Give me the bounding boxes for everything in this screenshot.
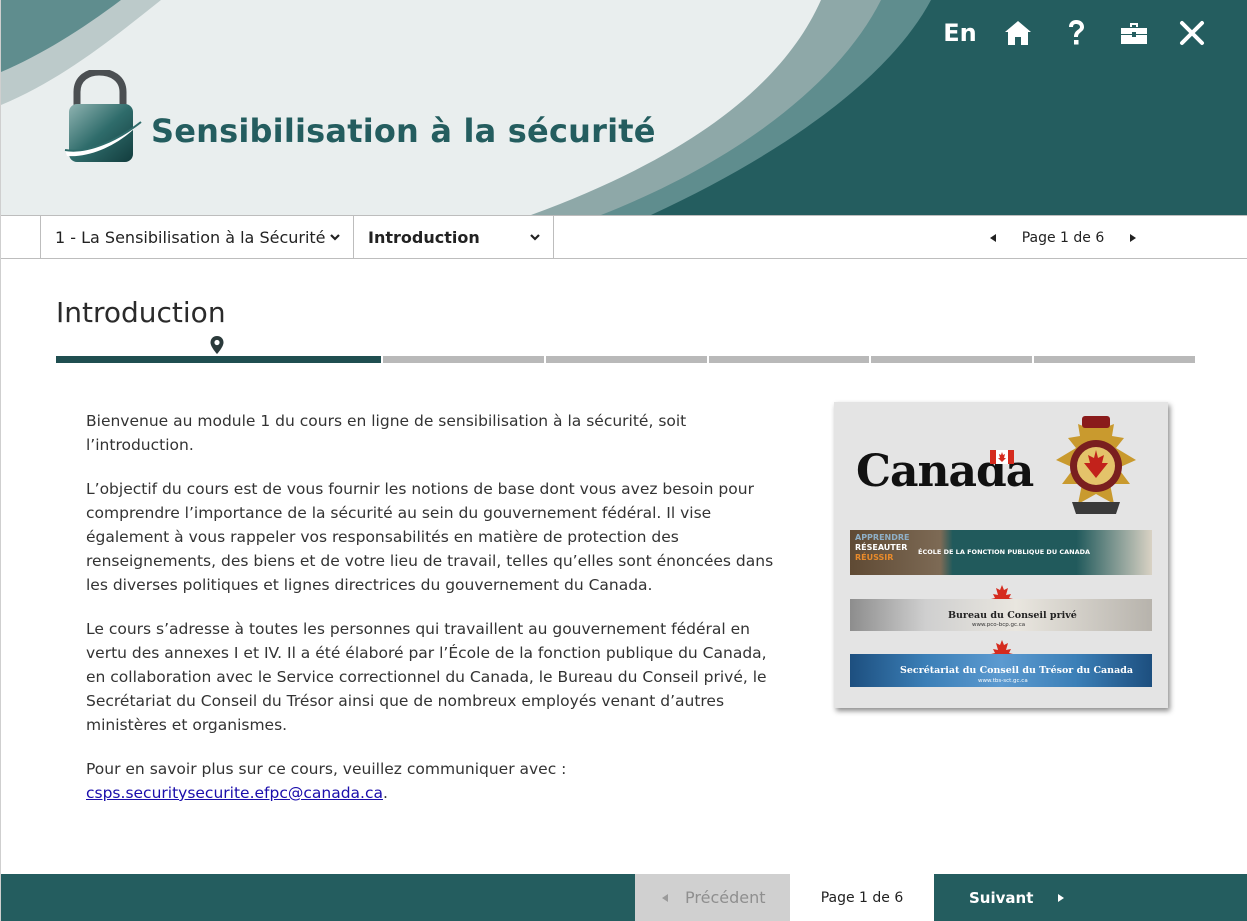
motto-word: RÉSEAUTER [855, 543, 908, 552]
footer-bar: Précédent Page 1 de 6 Suivant [1, 874, 1247, 921]
lock-logo-icon [63, 68, 143, 166]
flag-icon [990, 450, 1014, 464]
partners-image: Canada APPRENDRE RÉSEAUTER RÉUSSIR ÉCOLE… [834, 402, 1168, 708]
contact-end: . [382, 784, 388, 802]
next-button[interactable]: Suivant [934, 874, 1247, 921]
top-pager: Page 1 de 6 [978, 216, 1148, 259]
csps-motto: APPRENDRE RÉSEAUTER RÉUSSIR [855, 533, 910, 563]
tbs-banner: Secrétariat du Conseil du Trésor du Cana… [850, 654, 1152, 687]
help-icon[interactable] [1060, 16, 1092, 50]
progress-segment [1034, 356, 1196, 363]
pco-banner-text: Bureau du Conseil privé [948, 610, 1077, 621]
pco-banner: Bureau du Conseil privé www.pco-bcp.gc.c… [850, 599, 1152, 631]
tbs-banner-text: Secrétariat du Conseil du Trésor du Cana… [900, 665, 1134, 676]
progress-segment [382, 356, 544, 363]
progress-segment [708, 356, 870, 363]
intro-paragraph: Bienvenue au module 1 du cours en ligne … [86, 412, 687, 454]
objective-paragraph: L’objectif du cours est de vous fournir … [86, 480, 774, 594]
footer-page-indicator: Page 1 de 6 [790, 874, 934, 921]
app-title: Sensibilisation à la sécurité [151, 112, 656, 150]
module-dropdown-label: 1 - La Sensibilisation à la Sécurité [55, 228, 326, 247]
language-toggle[interactable]: En [943, 16, 976, 50]
contact-text: Pour en savoir plus sur ce cours, veuill… [86, 760, 567, 778]
pco-banner-url: www.pco-bcp.gc.ca [972, 622, 1026, 628]
navigation-bar: 1 - La Sensibilisation à la Sécurité Int… [1, 215, 1247, 259]
close-icon[interactable] [1176, 16, 1208, 50]
correctional-service-crest-icon [1056, 416, 1136, 514]
chevron-down-icon [529, 229, 541, 248]
progress-track [56, 356, 1196, 364]
progress-segment-current [56, 356, 381, 363]
next-arrow-icon [1058, 893, 1065, 902]
next-page-arrow-icon[interactable] [1118, 233, 1148, 243]
motto-word: APPRENDRE [855, 533, 910, 542]
app-header: Sensibilisation à la sécurité En [1, 0, 1247, 215]
module-dropdown[interactable]: 1 - La Sensibilisation à la Sécurité [40, 216, 353, 259]
header-toolbar: En [943, 16, 1208, 50]
csps-banner: APPRENDRE RÉSEAUTER RÉUSSIR ÉCOLE DE LA … [850, 530, 1152, 575]
home-icon[interactable] [1002, 16, 1034, 50]
body-text: Bienvenue au module 1 du cours en ligne … [86, 409, 786, 825]
progress-segment [545, 356, 707, 363]
previous-arrow-icon [662, 893, 668, 902]
previous-button-label: Précédent [685, 888, 766, 907]
contact-email-link[interactable]: csps.securitysecurite.efpc@canada.ca [86, 784, 383, 802]
progress-segment [871, 356, 1033, 363]
tbs-banner-url: www.tbs-sct.gc.ca [978, 678, 1028, 684]
previous-button[interactable]: Précédent [635, 874, 790, 921]
toolbox-icon[interactable] [1118, 16, 1150, 50]
motto-word: RÉUSSIR [855, 553, 894, 562]
previous-page-arrow-icon[interactable] [978, 233, 1008, 243]
section-dropdown-label: Introduction [368, 228, 480, 247]
csps-banner-text: ÉCOLE DE LA FONCTION PUBLIQUE DU CANADA [918, 548, 1091, 556]
next-button-label: Suivant [969, 888, 1034, 907]
chevron-down-icon [329, 229, 341, 248]
page-title: Introduction [56, 296, 226, 329]
audience-paragraph: Le cours s’adresse à toutes les personne… [86, 620, 767, 734]
section-dropdown[interactable]: Introduction [353, 216, 554, 259]
contact-paragraph: Pour en savoir plus sur ce cours, veuill… [86, 757, 786, 805]
page-indicator: Page 1 de 6 [1021, 229, 1105, 246]
